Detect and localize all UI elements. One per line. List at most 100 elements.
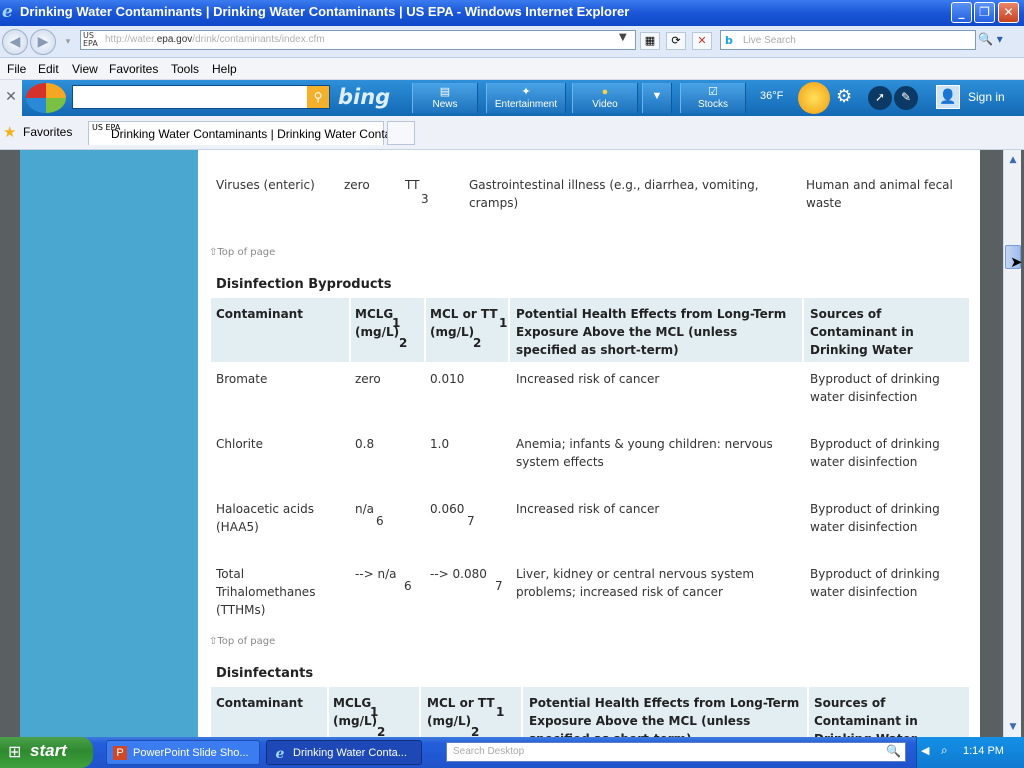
live-search-box[interactable]: b Live Search (720, 30, 976, 50)
contaminant-link[interactable]: Haloacetic acids (HAA5) (216, 500, 336, 536)
network-icon[interactable]: ⌕ (941, 743, 948, 758)
footnote-link[interactable]: 6 (404, 577, 412, 595)
menu-edit[interactable]: Edit (38, 62, 59, 76)
internet-explorer-icon: e (2, 2, 13, 22)
top-of-page-link[interactable]: ⇧Top of page (209, 247, 275, 258)
menu-help[interactable]: Help (212, 62, 237, 76)
favorites-button[interactable]: Favorites (23, 125, 72, 139)
column-divider (521, 687, 523, 737)
compatibility-view-icon[interactable]: ▦ (640, 32, 660, 50)
column-divider (424, 298, 426, 362)
bing-search-input[interactable]: ⚲ (72, 85, 330, 109)
news-button[interactable]: ▤ News (412, 83, 478, 113)
section-heading: Disinfection Byproducts (216, 277, 392, 292)
header-sources: Sources of Contaminant in Drinking Water (810, 307, 914, 357)
header-mcl: MCL or TT (430, 307, 498, 321)
mouse-cursor-icon: ➤ (1010, 253, 1023, 271)
footnote-link[interactable]: 1 (392, 314, 400, 332)
bing-search-icon[interactable]: ⚲ (307, 86, 329, 108)
stop-icon[interactable]: ✕ (692, 32, 712, 50)
more-dropdown-icon[interactable]: ▼ (642, 83, 672, 113)
footnote-link[interactable]: 2 (377, 723, 385, 737)
footnote-link[interactable]: 1 (499, 314, 507, 332)
vertical-scrollbar[interactable]: ▲ ▼ (1003, 150, 1021, 737)
menu-file[interactable]: File (7, 62, 26, 76)
contaminant-link[interactable]: Total Trihalomethanes (TTHMs) (216, 565, 326, 619)
footnote-link[interactable]: 2 (473, 334, 481, 352)
mcl-value: 1.0 (430, 437, 450, 451)
close-button[interactable]: ✕ (998, 2, 1019, 23)
sign-in-link[interactable]: Sign in (968, 90, 1005, 104)
bing-toolbar: ✕ ⚲ bing ▤ News ✦ Entertainment ● Video ▼ ☑… (0, 80, 1024, 116)
forward-button[interactable]: ▶ (30, 29, 56, 55)
recent-pages-dropdown[interactable]: ▾ (62, 29, 74, 55)
new-tab-button[interactable] (387, 121, 415, 145)
start-button[interactable]: ⊞ start (0, 737, 93, 768)
mcl-value: TT (405, 178, 420, 192)
back-button[interactable]: ◀ (2, 29, 28, 55)
contaminant-link[interactable]: Viruses (enteric) (216, 176, 315, 194)
refresh-icon[interactable]: ⟳ (666, 32, 686, 50)
address-dropdown-icon[interactable]: ▼ (619, 32, 633, 43)
stocks-button[interactable]: ☑ Stocks (680, 83, 746, 113)
window-title: Drinking Water Contaminants | Drinking W… (20, 4, 630, 19)
address-bar[interactable]: US EPA http://water.epa.gov/drink/contam… (80, 30, 636, 50)
page-content: Viruses (enteric) zero TT 3 Gastrointest… (198, 150, 980, 737)
wrench-icon[interactable]: ✎ (894, 86, 918, 110)
favorites-star-icon[interactable]: ★ (3, 123, 16, 141)
health-effects: Gastrointestinal illness (e.g., diarrhea… (469, 178, 759, 210)
gear-icon[interactable]: ⚙ (836, 86, 852, 107)
sources: Byproduct of drinking water disinfection (810, 437, 940, 469)
taskbar-item-powerpoint[interactable]: P PowerPoint Slide Sho... (106, 740, 260, 765)
entertainment-icon: ✦ (521, 86, 531, 98)
maximize-button[interactable]: ❐ (974, 2, 995, 23)
header-health-effects: Potential Health Effects from Long-Term … (529, 696, 800, 737)
clock[interactable]: 1:14 PM (963, 745, 1004, 757)
minimize-button[interactable]: _ (951, 2, 972, 23)
contaminant-link[interactable]: Chlorite (216, 435, 263, 453)
scroll-down-icon[interactable]: ▼ (1005, 719, 1021, 735)
section-heading: Disinfectants (216, 666, 314, 681)
user-avatar-icon[interactable]: 👤 (936, 85, 960, 109)
mclg-value: zero (344, 178, 370, 192)
system-tray: ◀ ⌕ 1:14 PM (916, 737, 1024, 768)
video-button[interactable]: ● Video (572, 83, 638, 113)
sources: Byproduct of drinking water disinfection (810, 372, 940, 404)
footnote-link[interactable]: 7 (467, 512, 475, 530)
scroll-up-icon[interactable]: ▲ (1005, 152, 1021, 168)
menu-favorites[interactable]: Favorites (109, 62, 158, 76)
menu-view[interactable]: View (72, 62, 98, 76)
search-icon[interactable]: 🔍 (886, 744, 901, 758)
contaminant-link[interactable]: Bromate (216, 370, 267, 388)
show-hidden-icons-icon[interactable]: ◀ (921, 744, 929, 757)
pointer-icon[interactable]: ➚ (868, 86, 892, 110)
browser-tab[interactable]: US EPA Drinking Water Contaminants | Dri… (88, 121, 401, 145)
column-divider (327, 687, 329, 737)
taskbar-item-internet-explorer[interactable]: e Drinking Water Conta... (266, 740, 422, 765)
footnote-link[interactable]: 3 (421, 190, 429, 208)
site-favicon: US EPA (83, 31, 98, 48)
top-of-page-link[interactable]: ⇧Top of page (209, 636, 275, 647)
msn-butterfly-icon[interactable] (26, 83, 66, 113)
table-header: Contaminant MCLG (mg/L) 1 2 MCL or TT (m… (211, 298, 969, 362)
footnote-link[interactable]: 2 (471, 723, 479, 737)
address-toolbar: ◀ ▶ ▾ US EPA http://water.epa.gov/drink/… (0, 26, 1024, 58)
sources: Byproduct of drinking water disinfection (810, 567, 940, 599)
footnote-link[interactable]: 2 (399, 334, 407, 352)
mcl-value: 0.060 (430, 502, 465, 516)
column-divider (349, 298, 351, 362)
footnote-link[interactable]: 1 (370, 703, 378, 721)
mcl-value: --> 0.080 (430, 567, 487, 581)
desktop-search-input[interactable]: Search Desktop 🔍 (446, 742, 906, 762)
address-url[interactable]: http://water.epa.gov/drink/contaminants/… (105, 34, 325, 45)
video-icon: ● (601, 86, 609, 98)
footnote-link[interactable]: 6 (376, 512, 384, 530)
footnote-link[interactable]: 1 (496, 703, 504, 721)
menu-tools[interactable]: Tools (171, 62, 199, 76)
weather-sun-icon[interactable] (798, 82, 830, 114)
footnote-link[interactable]: 7 (495, 577, 503, 595)
search-go-icon[interactable]: 🔍 ▾ (978, 32, 1008, 50)
entertainment-button[interactable]: ✦ Entertainment (486, 83, 566, 113)
close-toolbar-icon[interactable]: ✕ (0, 80, 22, 116)
health-effects: Anemia; infants & young children: nervou… (516, 437, 773, 469)
